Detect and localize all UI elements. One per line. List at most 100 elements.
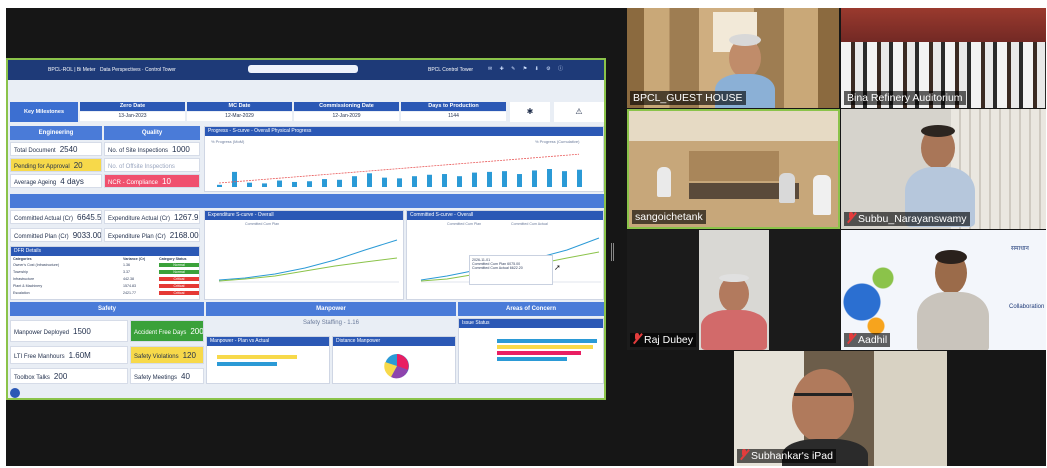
expenditure-scurve-plot (218, 239, 399, 283)
participant-tile-subhankar-ipad[interactable]: Subhankar's iPad (734, 351, 947, 466)
dfr-row-name: Plant & Machinery (13, 283, 43, 288)
dashboard-breadcrumb[interactable]: Data Perspectives · Control Tower (100, 67, 176, 73)
commissioning-date-value: 12-Jan-2029 (294, 112, 399, 121)
participant-tile-subbu[interactable]: Subbu_Narayanswamy (841, 109, 1046, 229)
expenditure-scurve-panel[interactable]: Expenditure S-curve - Overall Committed … (204, 210, 404, 300)
muted-mic-icon (847, 333, 856, 344)
committed-plan-kpi: Committed Plan (Cr) 9033.00 (10, 228, 102, 242)
glasses (794, 393, 852, 403)
participant-name-label: Bina Refinery Auditorium (844, 91, 966, 105)
dfr-col-status: Category Status (159, 257, 187, 261)
safety-staffing-label: Safety Staffing - 1.16 (303, 320, 359, 326)
committed-tooltip: 2026-11-01 Committed Cum Plan 6075.00 Co… (469, 255, 553, 285)
dfr-col-categories: Categories (13, 257, 32, 261)
progress-chart-title: Progress - S-curve - Overall Physical Pr… (205, 127, 603, 136)
issue-status-panel[interactable]: Issue Status (458, 318, 604, 384)
dfr-table: Categories Variance (Cr) Category Status… (13, 257, 199, 296)
expenditure-scurve-title: Expenditure S-curve - Overall (205, 211, 403, 220)
dfr-row-value: 442.38 (123, 276, 134, 281)
progress-bar (247, 182, 252, 187)
total-documents-kpi: Total Document 2540 (10, 142, 102, 156)
progress-bar (352, 176, 357, 187)
seated-person (657, 167, 671, 197)
distance-manpower-title: Distance Manpower (333, 337, 455, 346)
participant-name-label: Raj Dubey (630, 333, 697, 347)
cost-section-title (10, 194, 604, 208)
zero-date-header: Zero Date (80, 102, 185, 111)
warning-icon[interactable]: ⚠ (554, 102, 604, 122)
manpower-plan-bar (217, 355, 297, 359)
dfr-row[interactable]: Escalation 2421.77 Critical (13, 289, 199, 296)
settings-icon[interactable]: ✱ (510, 102, 550, 122)
pending-approval-kpi: Pending for Approval 20 (10, 158, 102, 172)
banner-heading: समाधान (1011, 246, 1029, 252)
progress-bar (382, 177, 387, 187)
progress-bar (337, 179, 342, 187)
progress-bar (307, 181, 312, 187)
dfr-row[interactable]: Township 3.37 Normal (13, 268, 199, 275)
safety-meetings-kpi: Safety Meetings 40 (130, 368, 204, 384)
accident-free-days-kpi: Accident Free Days 200 (130, 320, 204, 342)
safety-section-title: Safety (10, 302, 204, 316)
tooltip-actual: Committed Cum Actual 6622.20 (472, 266, 523, 270)
dfr-row[interactable]: Infrastructure 442.38 Critical (13, 275, 199, 282)
progress-bar (412, 176, 417, 187)
participant-tile-bina-refinery[interactable]: Bina Refinery Auditorium (841, 8, 1046, 108)
dfr-row-status: Critical (159, 276, 199, 281)
expenditure-plan-kpi: Expenditure Plan (Cr) 2168.00 (104, 228, 200, 242)
progress-bar (367, 173, 372, 187)
areas-of-concern-title: Areas of Concern (458, 302, 604, 316)
dfr-header-row: Categories Variance (Cr) Category Status (13, 257, 199, 261)
progress-bar (457, 176, 462, 187)
progress-bar (232, 171, 237, 187)
progress-bar (487, 171, 492, 187)
participant-tile-bpcl-guest-house[interactable]: BPCL_GUEST HOUSE (627, 8, 839, 108)
participant-tile-sangoichetank[interactable]: sangoichetank (627, 109, 840, 229)
dfr-row-status: Normal (159, 262, 199, 267)
safety-violations-kpi: Safety Violations 120 (130, 346, 204, 364)
wall-board (689, 151, 779, 181)
participant-tile-raj-dubey[interactable]: Raj Dubey (627, 230, 840, 350)
manpower-deployed-kpi: Manpower Deployed 1500 (10, 320, 128, 342)
dashboard-right-label: BPCL Control Tower (428, 67, 474, 73)
issue-bar-1 (497, 339, 597, 343)
committed-scurve-panel[interactable]: Committed S-curve - Overall Committed Cu… (406, 210, 604, 300)
manpower-plan-actual-panel[interactable]: Manpower - Plan vs Actual (206, 336, 330, 384)
progress-scurve-panel[interactable]: Progress - S-curve - Overall Physical Pr… (204, 126, 604, 192)
progress-bar (397, 178, 402, 187)
dfr-row-name: Escalation (13, 290, 30, 295)
dashboard-search-input[interactable] (248, 65, 358, 73)
splitter-handle[interactable] (611, 243, 614, 261)
ncr-compliance-kpi: NCR - Compliance 10 (104, 174, 200, 188)
participant-name-label: Subbu_Narayanswamy (844, 212, 970, 226)
manpower-actual-bar (217, 362, 277, 366)
toolbox-talks-kpi: Toolbox Talks 200 (10, 368, 128, 384)
seated-person (779, 173, 795, 203)
dashboard-home-icon[interactable] (10, 388, 20, 398)
progress-bar (472, 172, 477, 187)
dfr-details-panel[interactable]: DFR Details Categories Variance (Cr) Cat… (10, 246, 200, 300)
dfr-col-variance: Variance (Cr) (123, 257, 146, 261)
distance-manpower-panel[interactable]: Distance Manpower (332, 336, 456, 384)
dfr-row[interactable]: Owner's Cost (Infrastructure) 1.36 Normal (13, 261, 199, 268)
banner-line: Collaboration (1009, 304, 1045, 310)
progress-chart-plot (217, 153, 582, 187)
dfr-row-status: Critical (159, 290, 199, 295)
seated-person (813, 175, 831, 215)
dfr-title: DFR Details (11, 247, 199, 256)
dfr-row-status: Normal (159, 269, 199, 274)
dfr-row[interactable]: Plant & Machinery 1574.83 Critical (13, 282, 199, 289)
dfr-row-value: 2421.77 (123, 290, 136, 295)
committed-actual-kpi: Committed Actual (Cr)6645.51 (10, 210, 102, 224)
participant-name-label: Subhankar's iPad (737, 449, 836, 463)
shared-screen[interactable]: BPCL-ROL | Bi Meter Data Perspectives · … (6, 58, 606, 400)
progress-bar (532, 170, 537, 187)
days-to-production-header: Days to Production (401, 102, 506, 111)
progress-bar (547, 169, 552, 187)
progress-bar (562, 171, 567, 187)
participant-tile-aadhil[interactable]: समाधान Collaboration Aadhil (841, 230, 1046, 350)
dfr-row-status: Critical (159, 283, 199, 288)
toolbar-icons[interactable]: ✉ ✚ ✎ ⚑ ⬇ ⚙ ⓘ (488, 65, 598, 73)
progress-bar (262, 183, 267, 187)
issue-status-title: Issue Status (459, 319, 603, 328)
